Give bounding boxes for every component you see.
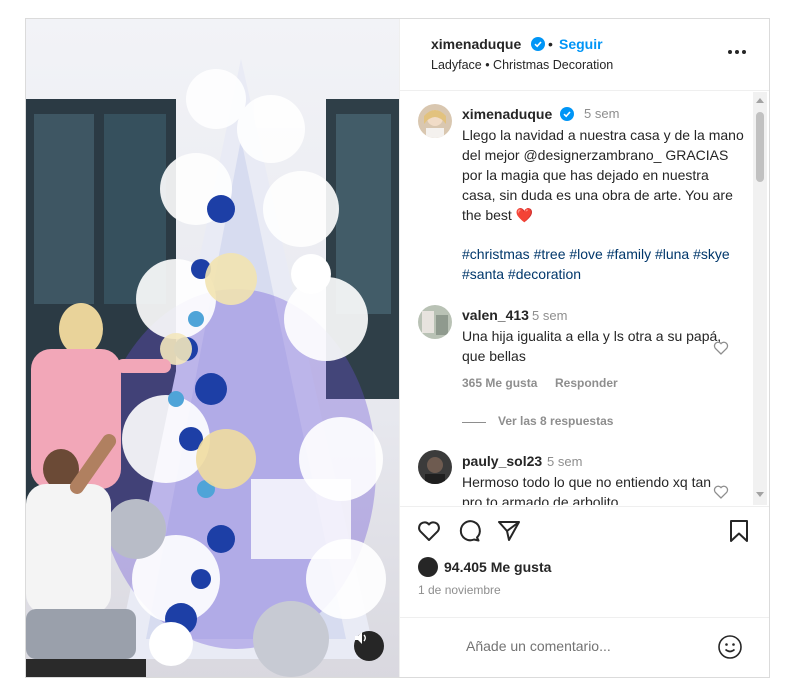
header-username[interactable]: ximenaduque	[431, 36, 521, 52]
comments-scrollbar[interactable]	[753, 92, 767, 505]
scroll-thumb[interactable]	[756, 112, 764, 182]
bookmark-icon[interactable]	[726, 518, 752, 544]
comment-avatar[interactable]	[418, 450, 452, 484]
header-separator: •	[548, 36, 553, 52]
avatar-image	[418, 104, 452, 138]
caption-hashtags[interactable]: #christmas #tree #love #family #luna #sk…	[462, 244, 746, 284]
comment-icon[interactable]	[456, 518, 482, 544]
comment-likes[interactable]: 365 Me gusta	[462, 376, 537, 390]
audio-icon	[355, 632, 366, 644]
comment-heart-icon[interactable]	[713, 484, 729, 500]
audio-toggle-button[interactable]	[354, 631, 384, 661]
comment-heart-icon[interactable]	[713, 340, 729, 356]
likes-row[interactable]: 94.405 Me gusta	[418, 557, 551, 577]
post-date[interactable]: 1 de noviembre	[418, 583, 501, 597]
liker-avatar	[418, 557, 438, 577]
post-photo[interactable]	[26, 19, 399, 677]
add-comment-bar	[400, 617, 769, 677]
comment-avatar[interactable]	[418, 305, 452, 339]
post-header: ximenaduque • Seguir Ladyface • Christma…	[400, 19, 769, 91]
caption-text: Llego la navidad a nuestra casa y de la …	[462, 127, 744, 223]
scroll-down-arrow[interactable]	[756, 492, 764, 497]
likes-count[interactable]: 94.405 Me gusta	[444, 559, 551, 575]
post-actions: 94.405 Me gusta 1 de noviembre	[400, 506, 769, 616]
comment-time[interactable]: 5 sem	[532, 308, 567, 323]
emoji-icon[interactable]	[717, 634, 743, 660]
comment-username[interactable]: pauly_sol23	[462, 453, 542, 469]
christmas-tree-photo	[26, 59, 399, 677]
follow-button[interactable]: Seguir	[559, 36, 603, 52]
comment-text: Una hija igualita a ella y ls otra a su …	[462, 328, 722, 364]
comment-input[interactable]	[466, 638, 706, 654]
comment-time[interactable]: 5 sem	[547, 454, 582, 469]
view-replies-button[interactable]: Ver las 8 respuestas	[498, 414, 613, 428]
caption-time[interactable]: 5 sem	[584, 106, 619, 121]
reply-button[interactable]: Responder	[555, 376, 618, 390]
caption-avatar[interactable]	[418, 104, 452, 138]
share-icon[interactable]	[496, 518, 522, 544]
avatar-image	[418, 450, 452, 484]
post-side-panel: ximenaduque • Seguir Ladyface • Christma…	[399, 19, 769, 677]
verified-icon	[560, 107, 574, 121]
avatar-image	[418, 305, 452, 339]
replies-divider	[462, 422, 486, 423]
scroll-up-arrow[interactable]	[756, 98, 764, 103]
post-container: ximenaduque • Seguir Ladyface • Christma…	[25, 18, 770, 678]
heart-icon[interactable]	[416, 518, 442, 544]
more-icon[interactable]	[726, 41, 748, 63]
caption-username[interactable]: ximenaduque	[462, 106, 552, 122]
verified-icon	[531, 37, 545, 51]
comments-section[interactable]: ximenaduque 5 sem Llego la navidad a nue…	[400, 92, 769, 505]
header-subtitle[interactable]: Ladyface • Christmas Decoration	[431, 58, 613, 72]
comment-text: Hermoso todo lo que no entiendo xq tan p…	[462, 474, 712, 505]
comment-username[interactable]: valen_413	[462, 307, 529, 323]
